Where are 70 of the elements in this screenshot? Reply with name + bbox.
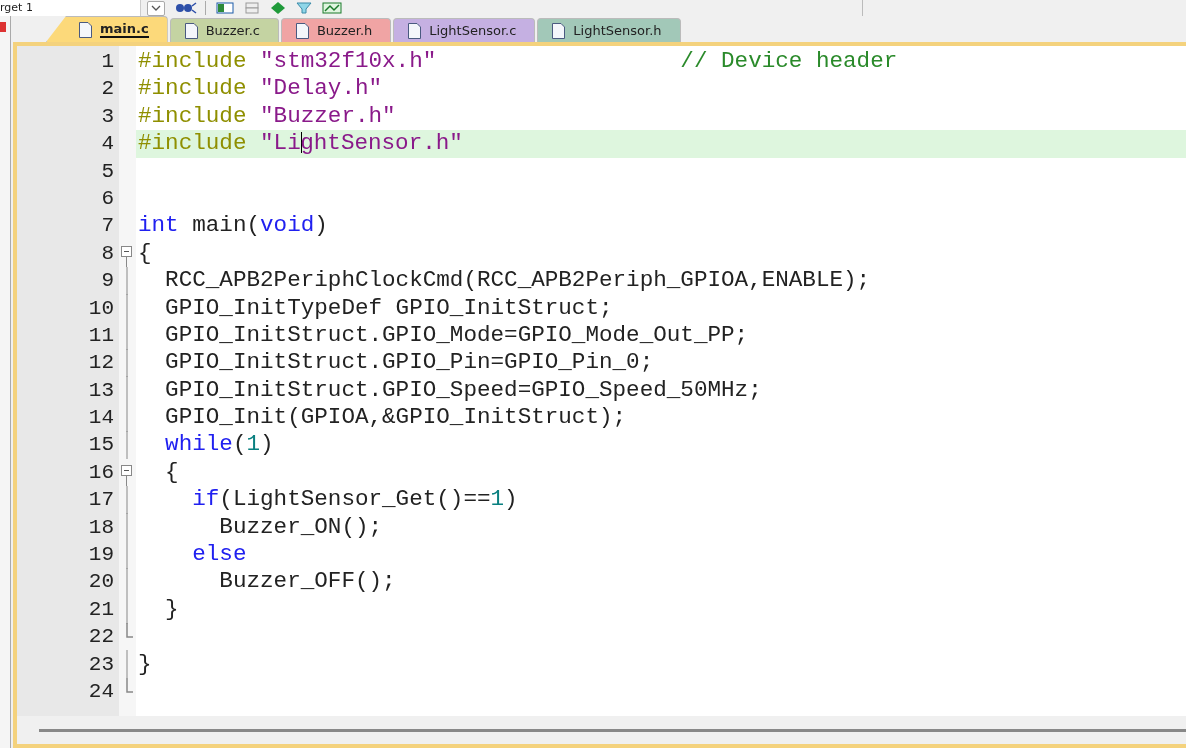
code-line: Buzzer_OFF(); (218, 568, 396, 595)
code-line: GPIO_InitStruct.GPIO_Mode=GPIO_Mode_Out_PP; (164, 321, 749, 348)
code-line: if(LightSensor_Get()==1) (191, 486, 518, 513)
line-number: 17 (87, 487, 115, 514)
horizontal-scrollbar[interactable] (17, 716, 1186, 744)
line-number: 13 (87, 377, 115, 404)
code-line: RCC_APB2PeriphClockCmd(RCC_APB2Periph_GPIOA,ENABLE); (164, 267, 871, 294)
line-number: 19 (87, 542, 115, 569)
line-number: 18 (87, 514, 115, 541)
document-icon (184, 22, 198, 39)
code-line: #include "Delay.h" (138, 75, 383, 102)
line-number: 9 (100, 268, 115, 295)
chart-icon[interactable] (322, 2, 342, 14)
file-tab[interactable]: LightSensor.c (393, 18, 536, 42)
document-icon (408, 22, 422, 39)
line-number: 7 (100, 213, 115, 240)
code-line: } (138, 650, 152, 677)
code-line: int main(void) (138, 212, 328, 239)
window-icon[interactable] (216, 2, 234, 14)
code-line: } (164, 595, 179, 622)
document-icon (79, 21, 92, 38)
line-number: 1 (100, 49, 115, 75)
code-line: GPIO_InitStruct.GPIO_Speed=GPIO_Speed_50MHz; (164, 376, 762, 403)
diamond-icon[interactable] (270, 2, 286, 14)
line-number: 24 (87, 679, 115, 705)
layers-icon[interactable] (244, 2, 260, 14)
file-tab[interactable]: main.c (46, 16, 168, 42)
line-number: 4 (100, 131, 115, 158)
collapse-icon[interactable] (121, 465, 133, 487)
fold-end-line (125, 623, 133, 639)
file-tab[interactable]: Buzzer.c (169, 18, 279, 42)
line-number: 12 (87, 350, 115, 377)
line-number: 22 (87, 624, 115, 651)
line-number: 23 (87, 651, 115, 678)
code-line: Buzzer_ON(); (218, 513, 383, 540)
line-number: 20 (87, 569, 115, 596)
caret-icon (151, 4, 161, 12)
code-line: #include "stm32f10x.h" // Device header (138, 48, 898, 74)
line-number: 21 (87, 596, 115, 623)
line-number: 5 (100, 158, 115, 185)
line-number: 8 (100, 240, 115, 267)
line-number: 2 (100, 76, 115, 103)
line-number: 14 (87, 405, 115, 432)
line-number: 3 (100, 103, 115, 130)
dropdown-button[interactable] (147, 0, 165, 16)
collapse-icon[interactable] (121, 246, 133, 268)
scrollbar-thumb[interactable] (39, 728, 1186, 732)
fold-end-line (125, 678, 133, 693)
fold-line (125, 650, 128, 679)
binoculars-icon[interactable] (175, 2, 197, 14)
file-tab[interactable]: Buzzer.h (280, 18, 392, 42)
funnel-icon[interactable] (296, 2, 312, 14)
document-icon (552, 22, 566, 39)
code-line: GPIO_InitStruct.GPIO_Pin=GPIO_Pin_0; (164, 349, 654, 376)
line-number: 16 (87, 459, 115, 486)
code-line: GPIO_Init(GPIOA,&GPIO_InitStruct); (164, 404, 627, 431)
line-number: 10 (87, 295, 115, 322)
line-number: 11 (87, 322, 115, 349)
file-tab[interactable]: LightSensor.h (537, 18, 681, 42)
marker-icon (0, 22, 6, 32)
code-line: GPIO_InitTypeDef GPIO_InitStruct; (164, 294, 613, 321)
code-line: else (191, 541, 247, 568)
code-line: { (138, 239, 152, 266)
code-line: #include "Buzzer.h" (138, 102, 396, 129)
code-line: while(1) (164, 431, 274, 458)
document-icon (295, 22, 309, 39)
line-number: 6 (100, 185, 115, 212)
code-line: { (164, 458, 179, 485)
target-field[interactable]: rget 1 (0, 0, 141, 16)
line-number: 15 (87, 432, 115, 459)
